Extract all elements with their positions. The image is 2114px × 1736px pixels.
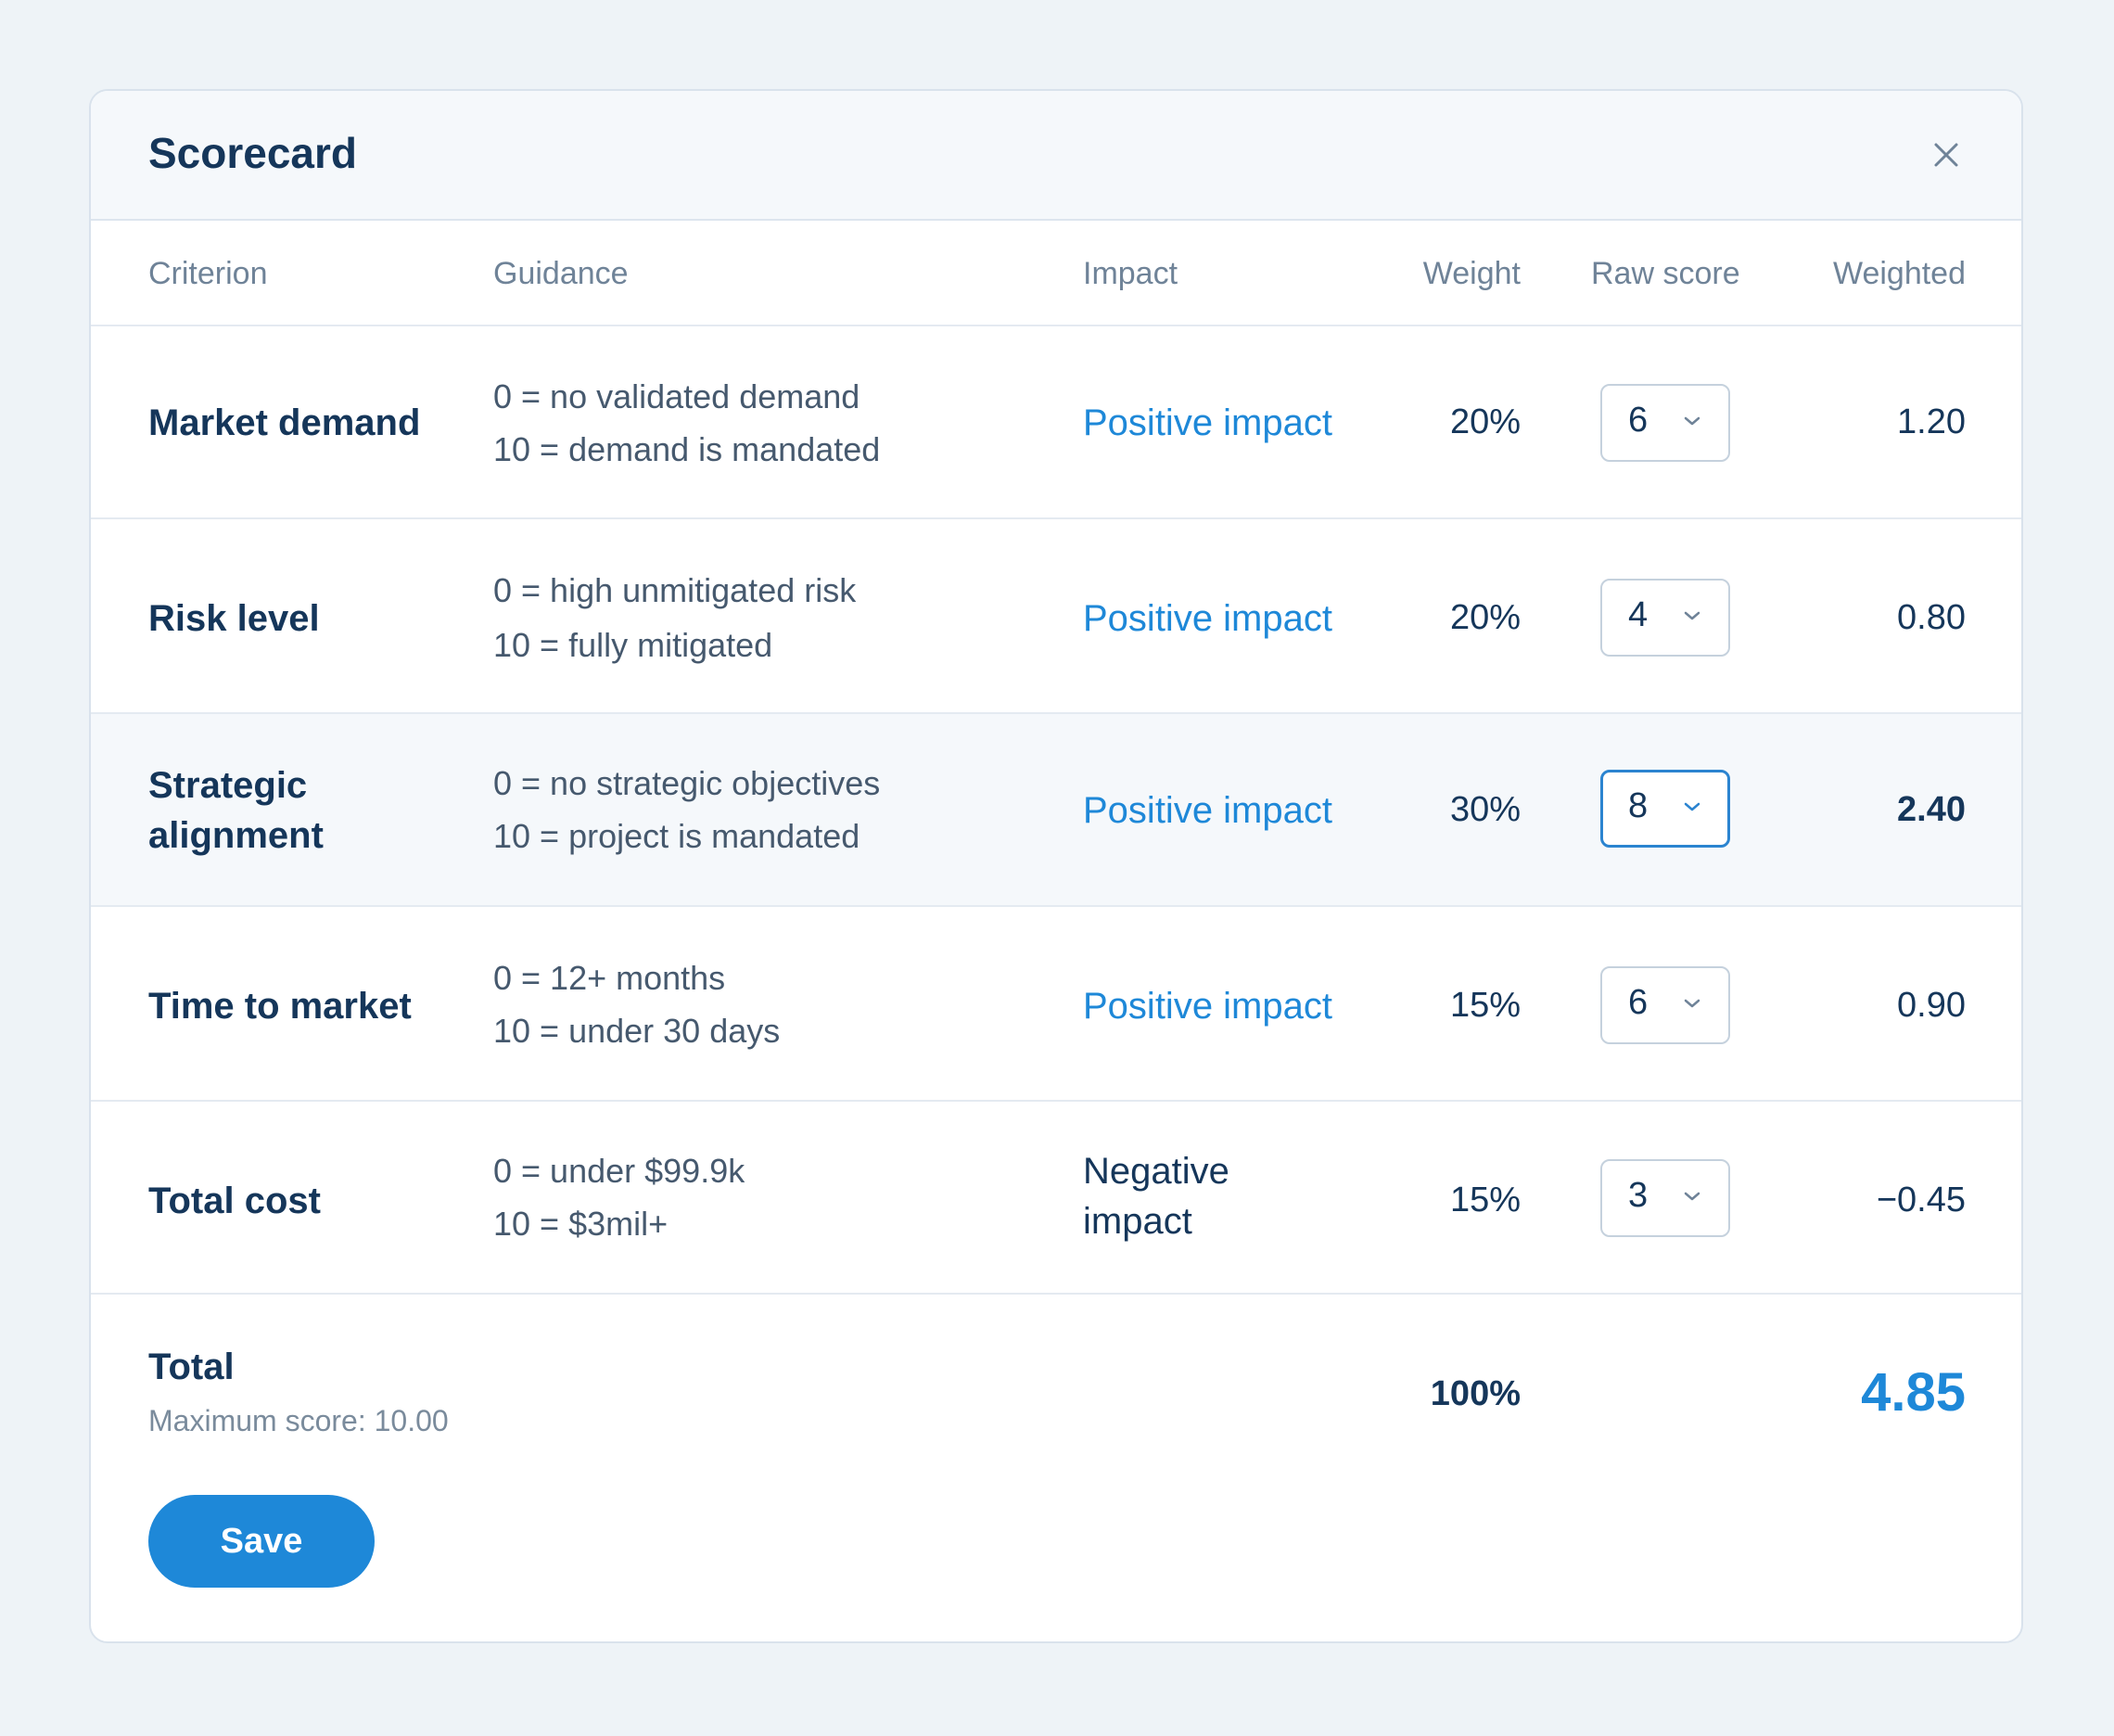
guidance-low: 0 = high unmitigated risk: [493, 571, 857, 609]
criterion-name: Strategic alignment: [148, 765, 324, 856]
raw-score-select[interactable]: 6: [1600, 384, 1730, 462]
raw-score-value: 3: [1628, 1176, 1649, 1215]
dialog-header: Scorecard: [91, 91, 2021, 221]
impact-link[interactable]: Positive impact: [1083, 594, 1332, 644]
total-weight: 100%: [1430, 1374, 1521, 1413]
weight-value: 15%: [1449, 986, 1521, 1025]
weighted-value: 2.40: [1897, 790, 1966, 829]
total-label: Total: [148, 1347, 235, 1387]
guidance-low: 0 = no strategic objectives: [493, 764, 881, 802]
raw-score-value: 8: [1628, 786, 1649, 825]
impact-link[interactable]: Positive impact: [1083, 981, 1332, 1031]
table-header: Criterion Guidance Impact Weight Raw sco…: [91, 221, 2021, 326]
criterion-name: Time to market: [148, 986, 412, 1027]
column-header-guidance: Guidance: [493, 256, 629, 291]
guidance-high: 10 = project is mandated: [493, 817, 860, 855]
impact-link[interactable]: Positive impact: [1083, 785, 1332, 836]
weighted-value: 0.80: [1897, 598, 1966, 637]
chevron-down-icon: [1684, 416, 1700, 426]
guidance-high: 10 = $3mil+: [493, 1205, 669, 1243]
table-row-strategic-alignment: Strategic alignment 0 = no strategic obj…: [91, 714, 2021, 907]
chevron-down-icon: [1684, 999, 1700, 1008]
close-button[interactable]: [1923, 132, 1969, 178]
table-row-market-demand: Market demand 0 = no validated demand 10…: [91, 326, 2021, 519]
weight-value: 20%: [1449, 598, 1521, 637]
raw-score-select[interactable]: 8: [1600, 770, 1730, 848]
guidance-low: 0 = no validated demand: [493, 377, 860, 415]
weighted-value: 0.90: [1897, 986, 1966, 1025]
dialog-title: Scorecard: [148, 129, 358, 177]
save-button[interactable]: Save: [148, 1495, 375, 1588]
guidance-low: 0 = 12+ months: [493, 959, 726, 997]
table-row-time-to-market: Time to market 0 = 12+ months 10 = under…: [91, 907, 2021, 1102]
criterion-name: Total cost: [148, 1181, 321, 1221]
guidance-high: 10 = fully mitigated: [493, 626, 773, 664]
column-header-raw-score: Raw score: [1591, 256, 1740, 291]
weighted-value: 1.20: [1897, 402, 1966, 441]
column-header-impact: Impact: [1083, 256, 1178, 291]
table-row-total-cost: Total cost 0 = under $99.9k 10 = $3mil+ …: [91, 1102, 2021, 1295]
column-header-criterion: Criterion: [148, 256, 268, 291]
max-score-note: Maximum score: 10.00: [148, 1404, 449, 1437]
raw-score-select[interactable]: 6: [1600, 966, 1730, 1044]
column-header-weighted: Weighted: [1832, 256, 1966, 291]
criterion-name: Risk level: [148, 598, 320, 639]
guidance-high: 10 = under 30 days: [493, 1012, 781, 1050]
chevron-down-icon: [1684, 1192, 1700, 1201]
weight-value: 30%: [1449, 790, 1521, 829]
column-header-weight: Weight: [1422, 256, 1521, 291]
criterion-name: Market demand: [148, 402, 421, 443]
raw-score-value: 6: [1628, 401, 1649, 440]
guidance-high: 10 = demand is mandated: [493, 430, 881, 468]
weight-value: 20%: [1449, 402, 1521, 441]
impact-link[interactable]: Positive impact: [1083, 398, 1332, 448]
impact-label: Negative impact: [1083, 1151, 1229, 1242]
guidance-low: 0 = under $99.9k: [493, 1152, 745, 1190]
close-icon: [1934, 143, 1958, 167]
raw-score-value: 4: [1628, 595, 1649, 634]
scorecard-dialog: Scorecard Criterion Guidance Impact Weig…: [89, 89, 2023, 1643]
raw-score-value: 6: [1628, 983, 1649, 1022]
raw-score-select[interactable]: 3: [1600, 1159, 1730, 1237]
chevron-down-icon: [1684, 802, 1700, 811]
table-row-risk-level: Risk level 0 = high unmitigated risk 10 …: [91, 519, 2021, 714]
total-score: 4.85: [1861, 1362, 1966, 1423]
chevron-down-icon: [1684, 611, 1700, 620]
weighted-value: −0.45: [1876, 1181, 1966, 1219]
raw-score-select[interactable]: 4: [1600, 579, 1730, 657]
weight-value: 15%: [1449, 1181, 1521, 1219]
